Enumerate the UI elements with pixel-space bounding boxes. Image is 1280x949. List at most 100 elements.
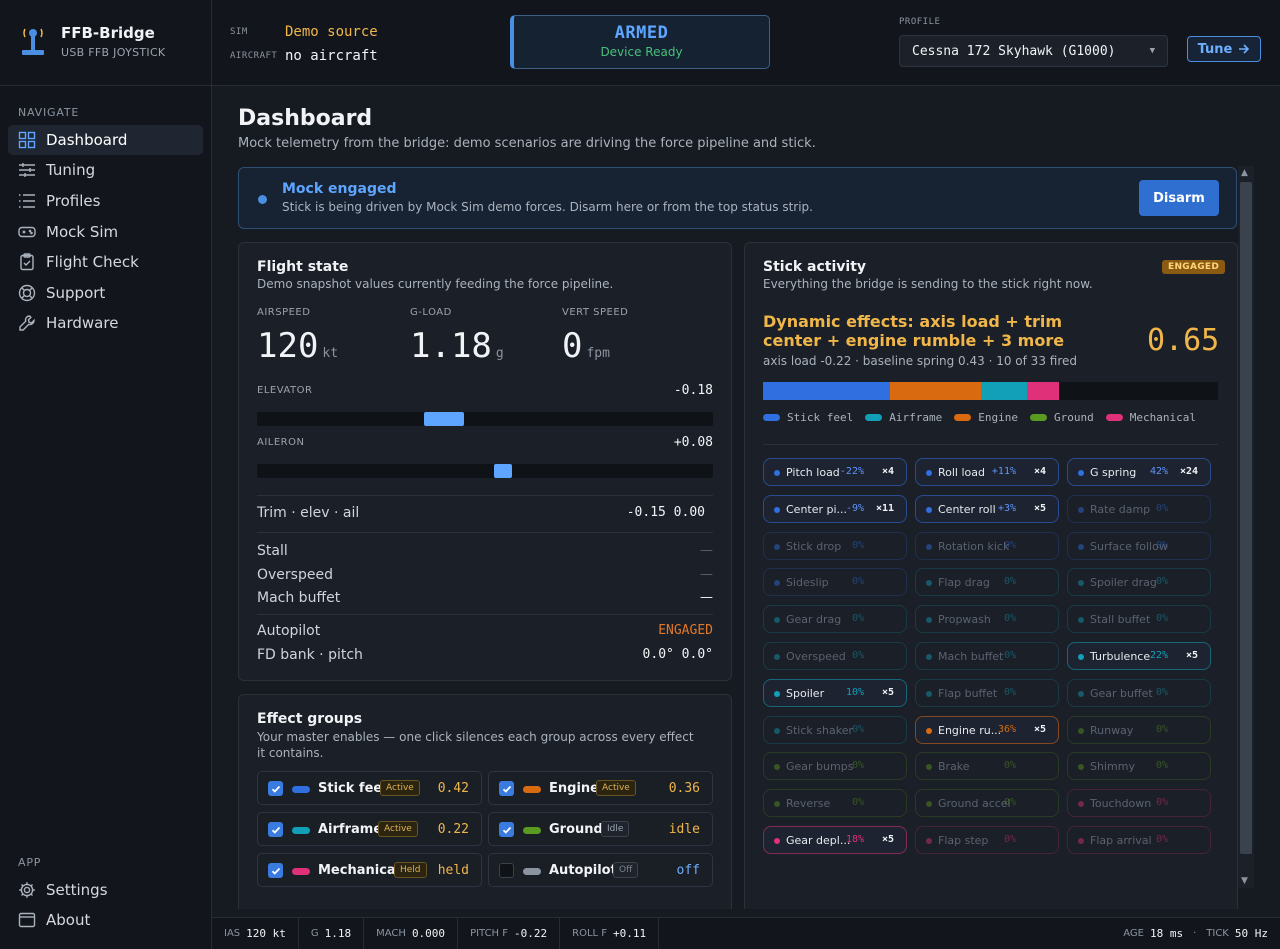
effect-percent: 0% xyxy=(851,576,864,588)
effect-percent: 0% xyxy=(1003,686,1016,698)
effect-group-autopilot[interactable]: Autopilot Off off xyxy=(488,853,713,887)
profile-select[interactable]: Cessna 172 Skyhawk (G1000) ▼ xyxy=(899,35,1168,67)
effect-pill-overspeed[interactable]: Overspeed 0% xyxy=(763,642,907,670)
effect-pill-runway[interactable]: Runway 0% xyxy=(1067,715,1211,744)
effect-pill-stick-drop[interactable]: Stick drop 0% xyxy=(763,531,907,560)
profile-block: PROFILE Cessna 172 Skyhawk (G1000) ▼ xyxy=(899,17,1168,67)
effect-pill-ground-accel[interactable]: Ground accel 0% xyxy=(915,789,1059,818)
effect-pill-center-roll[interactable]: Center roll +3% ×5 xyxy=(915,494,1059,523)
effect-group-stick-feel[interactable]: Stick feel Active 0.42 xyxy=(257,771,482,805)
sidebar-item-tuning[interactable]: Tuning xyxy=(8,155,203,185)
effect-pill-pitch-load[interactable]: Pitch load -22% ×4 xyxy=(763,458,907,486)
group-checkbox[interactable] xyxy=(499,822,514,837)
ias-value: 120 kt xyxy=(246,927,286,940)
effect-percent: 18% xyxy=(845,834,864,845)
group-color-swatch xyxy=(523,827,541,834)
effect-percent: 0% xyxy=(1155,723,1168,735)
effect-percent: 0% xyxy=(851,539,864,551)
group-value: 0.36 xyxy=(668,781,700,796)
effect-status-dot xyxy=(774,690,780,697)
group-checkbox[interactable] xyxy=(499,781,514,796)
sidebar-item-settings[interactable]: Settings xyxy=(8,875,203,905)
group-status-badge: Active xyxy=(380,780,420,796)
effect-pill-flap-arrival[interactable]: Flap arrival 0% xyxy=(1067,826,1211,854)
mach-buffet-value: — xyxy=(700,590,713,605)
effect-group-engine[interactable]: Engine Active 0.36 xyxy=(488,771,713,805)
effect-pill-surface-follow[interactable]: Surface follow 0% xyxy=(1067,531,1211,560)
effect-pill-gear-drag[interactable]: Gear drag 0% xyxy=(763,605,907,634)
effect-pill-spoiler-drag[interactable]: Spoiler drag 0% xyxy=(1067,568,1211,597)
effect-pill-gear-depl[interactable]: Gear depl... 18% ×5 xyxy=(763,826,907,854)
sidebar-item-about[interactable]: About xyxy=(8,905,203,935)
group-color-swatch xyxy=(292,868,310,875)
effect-pill-stick-shaker[interactable]: Stick shaker 0% xyxy=(763,715,907,744)
effect-group-ground[interactable]: Ground Idle idle xyxy=(488,812,713,846)
divider xyxy=(763,444,1218,445)
sidebar-item-label: Hardware xyxy=(46,314,119,332)
effect-pill-reverse[interactable]: Reverse 0% xyxy=(763,789,907,818)
group-value: off xyxy=(676,863,700,878)
group-checkbox[interactable] xyxy=(268,781,283,796)
age-value: 18 ms xyxy=(1149,927,1184,940)
disarm-button[interactable]: Disarm xyxy=(1139,180,1219,216)
gload-stat: G-LOAD 1.18 g xyxy=(410,307,504,366)
scroll-up-icon[interactable]: ▲ xyxy=(1241,168,1248,178)
effect-pill-stall-buffet[interactable]: Stall buffet 0% xyxy=(1067,605,1211,634)
aileron-label: AILERON xyxy=(257,437,305,448)
effect-pill-center-pi[interactable]: Center pi... -9% ×11 xyxy=(763,494,907,523)
group-checkbox[interactable] xyxy=(499,863,514,878)
flight-state-description: Demo snapshot values currently feeding t… xyxy=(257,277,614,291)
sidebar-item-label: Settings xyxy=(46,881,108,899)
group-status-badge: Idle xyxy=(601,821,630,837)
effect-status-dot xyxy=(774,727,780,734)
effect-pill-sideslip[interactable]: Sideslip 0% xyxy=(763,568,907,597)
effect-pill-engine-ru[interactable]: Engine ru... 36% ×5 xyxy=(915,715,1059,744)
effect-pill-brake[interactable]: Brake 0% xyxy=(915,752,1059,781)
effect-name: Brake xyxy=(938,760,970,774)
effect-percent: 0% xyxy=(851,613,864,625)
wrench-icon xyxy=(19,315,35,331)
armed-status-box[interactable]: ARMED Device Ready xyxy=(510,15,770,69)
effect-pill-mach-buffet[interactable]: Mach buffet 0% xyxy=(915,642,1059,670)
effect-group-airframe[interactable]: Airframe Active 0.22 xyxy=(257,812,482,846)
effect-count: ×5 xyxy=(881,834,894,845)
sidebar-item-mock-sim[interactable]: Mock Sim xyxy=(8,217,203,247)
mock-engaged-banner: Mock engaged Stick is being driven by Mo… xyxy=(238,167,1237,229)
effect-pill-propwash[interactable]: Propwash 0% xyxy=(915,605,1059,634)
effect-pill-turbulence[interactable]: Turbulence 22% ×5 xyxy=(1067,642,1211,670)
sidebar-item-hardware[interactable]: Hardware xyxy=(8,308,203,338)
effect-pill-touchdown[interactable]: Touchdown 0% xyxy=(1067,789,1211,818)
dashboard-icon xyxy=(18,131,36,149)
stall-row: Stall — xyxy=(257,543,713,559)
effect-percent: 0% xyxy=(1155,539,1168,551)
effect-percent: 0% xyxy=(1003,576,1016,588)
effect-pill-flap-drag[interactable]: Flap drag 0% xyxy=(915,568,1059,597)
main-scrollbar[interactable]: ▲ ▼ xyxy=(1238,166,1254,888)
effect-pill-roll-load[interactable]: Roll load +11% ×4 xyxy=(915,458,1059,486)
effect-status-dot xyxy=(1078,617,1084,624)
clipboard-check-icon xyxy=(20,253,34,271)
group-checkbox[interactable] xyxy=(268,863,283,878)
sidebar-item-dashboard[interactable]: Dashboard xyxy=(8,125,203,155)
scroll-down-icon[interactable]: ▼ xyxy=(1241,876,1248,886)
effect-status-dot xyxy=(1078,654,1084,660)
effect-pill-spoiler[interactable]: Spoiler 10% ×5 xyxy=(763,678,907,707)
effect-pill-gear-buffet[interactable]: Gear buffet 0% xyxy=(1067,678,1211,707)
aircraft-value: no aircraft xyxy=(285,48,378,64)
effect-group-mechanical[interactable]: Mechanical Held held xyxy=(257,853,482,887)
effect-pill-flap-buffet[interactable]: Flap buffet 0% xyxy=(915,678,1059,707)
scrollbar-thumb[interactable] xyxy=(1240,182,1252,854)
sidebar-item-profiles[interactable]: Profiles xyxy=(8,186,203,216)
group-value: idle xyxy=(668,822,700,837)
effect-pill-flap-step[interactable]: Flap step 0% xyxy=(915,826,1059,854)
effect-pill-rate-damp[interactable]: Rate damp 0% xyxy=(1067,494,1211,523)
airspeed-value: 120 xyxy=(257,326,319,366)
effect-pill-rotation-kick[interactable]: Rotation kick 0% xyxy=(915,531,1059,560)
tune-button[interactable]: Tune xyxy=(1187,36,1261,62)
effect-pill-g-spring[interactable]: G spring 42% ×24 xyxy=(1067,458,1211,486)
group-checkbox[interactable] xyxy=(268,822,283,837)
sidebar-item-flight-check[interactable]: Flight Check xyxy=(8,247,203,277)
sidebar-item-support[interactable]: Support xyxy=(8,278,203,308)
effect-pill-shimmy[interactable]: Shimmy 0% xyxy=(1067,752,1211,781)
effect-pill-gear-bumps[interactable]: Gear bumps 0% xyxy=(763,752,907,781)
